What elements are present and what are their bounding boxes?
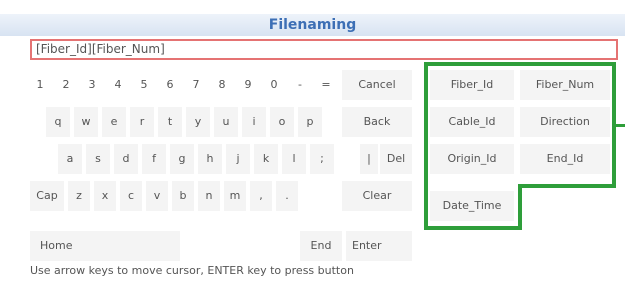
key-y[interactable]: y — [186, 107, 210, 137]
key-v[interactable]: v — [146, 181, 168, 211]
key-q[interactable]: q — [46, 107, 70, 137]
highlight-outline — [424, 226, 522, 230]
key-d[interactable]: d — [114, 144, 138, 174]
highlight-outline — [518, 184, 616, 188]
key-c[interactable]: c — [120, 181, 142, 211]
key-p[interactable]: p — [298, 107, 322, 137]
macro-end-id-button[interactable]: End_Id — [520, 144, 610, 174]
help-text: Use arrow keys to move cursor, ENTER key… — [30, 264, 354, 277]
macro-origin-id-button[interactable]: Origin_Id — [430, 144, 514, 174]
key-f[interactable]: f — [142, 144, 166, 174]
back-button[interactable]: Back — [342, 107, 412, 137]
key-h[interactable]: h — [198, 144, 222, 174]
key-2[interactable]: 2 — [56, 70, 76, 100]
macro-direction-button[interactable]: Direction — [520, 107, 610, 137]
key-z[interactable]: z — [68, 181, 90, 211]
key-j[interactable]: j — [226, 144, 250, 174]
key-0[interactable]: 0 — [264, 70, 284, 100]
key-t[interactable]: t — [158, 107, 182, 137]
key-semicolon[interactable]: ; — [310, 144, 334, 174]
key-7[interactable]: 7 — [186, 70, 206, 100]
macro-fiber-num-button[interactable]: Fiber_Num — [520, 70, 610, 100]
delete-button[interactable]: Del — [380, 144, 412, 174]
dialog-title: Filenaming — [0, 14, 625, 36]
key-o[interactable]: o — [270, 107, 294, 137]
key-equals[interactable]: = — [316, 70, 336, 100]
key-e[interactable]: e — [102, 107, 126, 137]
key-5[interactable]: 5 — [134, 70, 154, 100]
key-r[interactable]: r — [130, 107, 154, 137]
macro-date-time-button[interactable]: Date_Time — [430, 191, 514, 221]
end-button[interactable]: End — [300, 231, 342, 261]
key-8[interactable]: 8 — [212, 70, 232, 100]
key-k[interactable]: k — [254, 144, 278, 174]
key-3[interactable]: 3 — [82, 70, 102, 100]
filename-input[interactable]: [Fiber_Id][Fiber_Num] — [30, 39, 618, 60]
enter-button[interactable]: Enter — [346, 231, 412, 261]
key-comma[interactable]: , — [250, 181, 272, 211]
key-w[interactable]: w — [74, 107, 98, 137]
caps-lock-button[interactable]: Cap — [30, 181, 64, 211]
key-l[interactable]: l — [282, 144, 306, 174]
key-4[interactable]: 4 — [108, 70, 128, 100]
key-n[interactable]: n — [198, 181, 220, 211]
key-m[interactable]: m — [224, 181, 246, 211]
key-i[interactable]: i — [242, 107, 266, 137]
macro-fiber-id-button[interactable]: Fiber_Id — [430, 70, 514, 100]
key-9[interactable]: 9 — [238, 70, 258, 100]
key-6[interactable]: 6 — [160, 70, 180, 100]
key-pipe[interactable]: | — [360, 144, 378, 174]
key-minus[interactable]: - — [290, 70, 310, 100]
key-u[interactable]: u — [214, 107, 238, 137]
highlight-outline — [424, 62, 616, 66]
key-x[interactable]: x — [94, 181, 116, 211]
key-a[interactable]: a — [58, 144, 82, 174]
macro-cable-id-button[interactable]: Cable_Id — [430, 107, 514, 137]
highlight-outline — [424, 62, 428, 230]
key-1[interactable]: 1 — [30, 70, 50, 100]
key-b[interactable]: b — [172, 181, 194, 211]
key-g[interactable]: g — [170, 144, 194, 174]
highlight-pointer — [616, 124, 625, 127]
key-period[interactable]: . — [276, 181, 298, 211]
key-s[interactable]: s — [86, 144, 110, 174]
home-button[interactable]: Home — [30, 231, 180, 261]
clear-button[interactable]: Clear — [342, 181, 412, 211]
highlight-outline — [518, 184, 522, 230]
cancel-button[interactable]: Cancel — [342, 70, 412, 100]
